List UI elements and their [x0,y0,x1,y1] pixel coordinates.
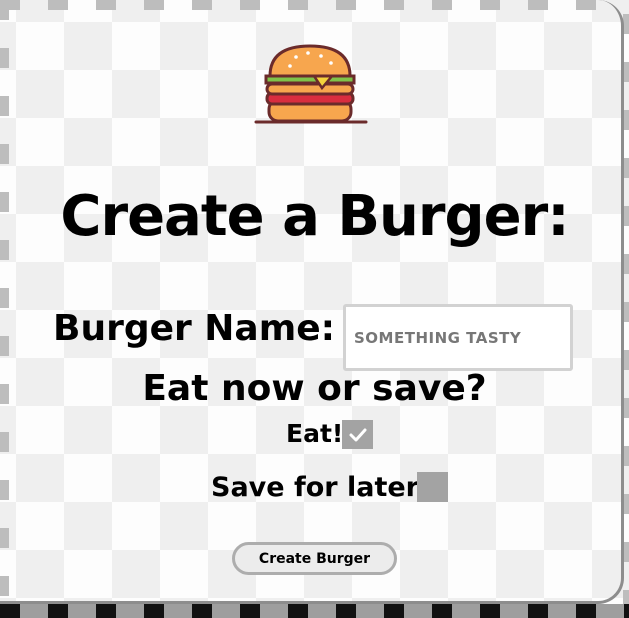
burger-name-label: Burger Name: [53,308,336,349]
save-for-later-label: Save for later [211,472,419,503]
create-burger-button[interactable]: Create Burger [232,542,397,575]
eat-now-label: Eat! [286,419,344,448]
save-for-later-checkbox[interactable] [417,472,448,502]
eat-now-checkbox[interactable] [342,420,373,449]
frame-bottom-border [0,604,629,618]
eat-or-save-question: Eat now or save? [142,368,487,409]
burger-icon [254,44,368,124]
checkmark-icon [349,428,366,441]
burger-name-input[interactable] [343,304,573,371]
page-title: Create a Burger: [60,184,569,249]
